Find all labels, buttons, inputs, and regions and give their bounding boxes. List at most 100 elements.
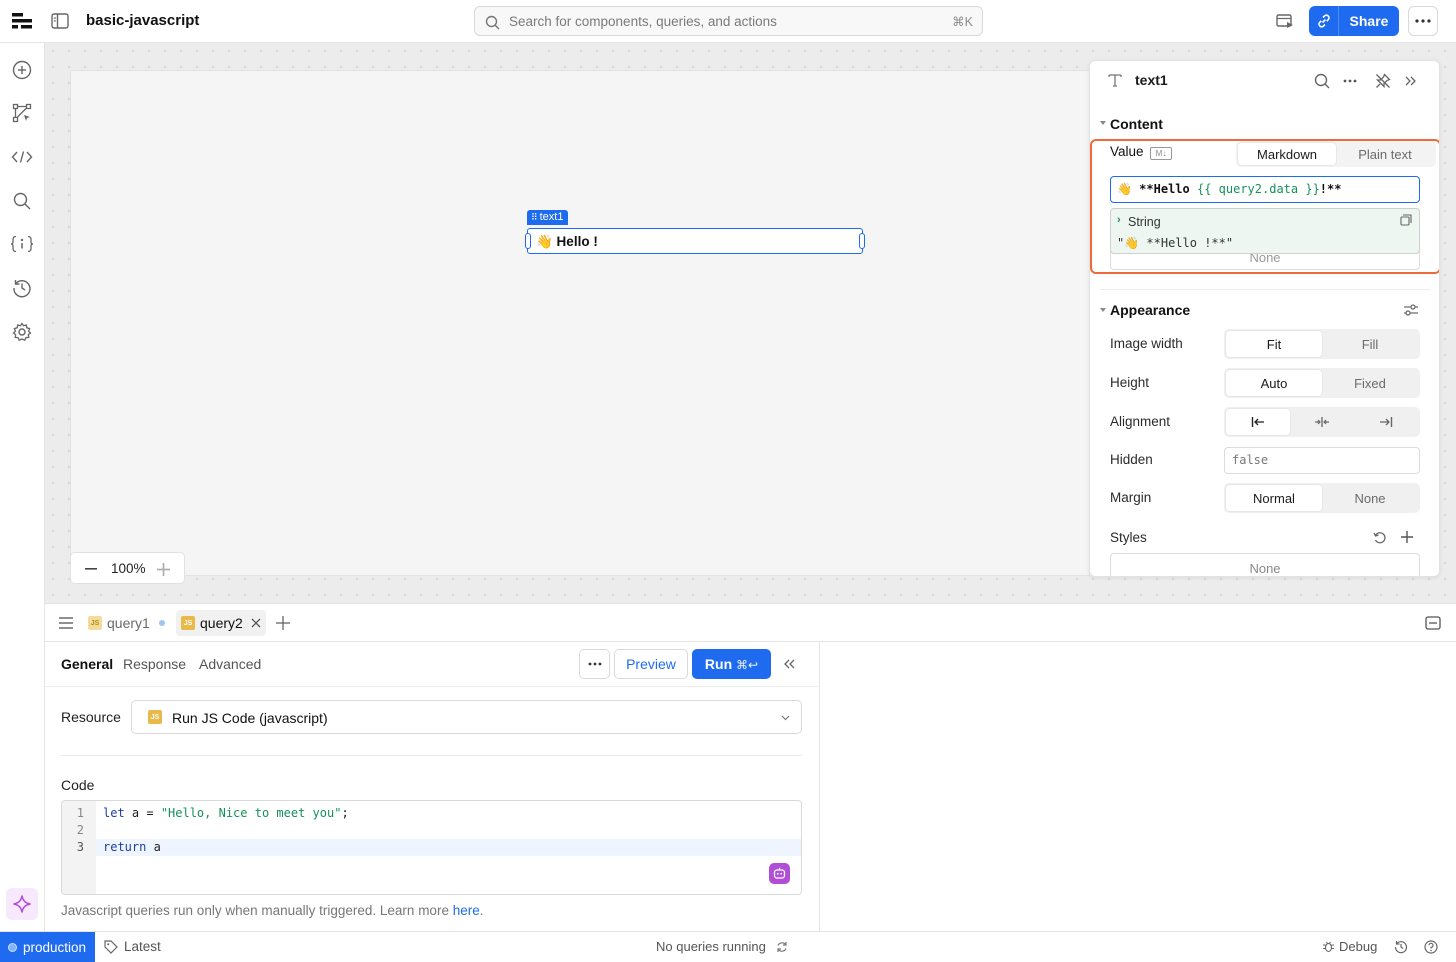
reset-styles-icon[interactable] [1371,529,1389,547]
component-tag[interactable]: ⠿ text1 [527,210,569,225]
eval-value: "👋 **Hello !**" [1117,236,1234,250]
appearance-collapse-caret-icon[interactable] [1100,308,1106,312]
chevron-down-icon [780,713,790,723]
align-center-option[interactable] [1290,409,1354,435]
content-section-title[interactable]: Content [1110,116,1163,132]
ai-copilot-icon[interactable] [769,863,790,884]
preview-app-icon[interactable] [1275,11,1295,31]
query-list-menu-icon[interactable] [57,614,75,632]
search-rail-icon[interactable] [11,190,33,212]
resize-handle-right[interactable] [859,233,865,249]
styles-label: Styles [1110,530,1147,545]
more-menu-button[interactable] [1408,6,1438,36]
markdown-badge-icon: M↓ [1150,147,1172,160]
top-bar: basic-javascript Search for components, … [0,0,1456,43]
height-auto[interactable]: Auto [1226,370,1322,396]
preview-button[interactable]: Preview [614,649,688,679]
query-tab-query1[interactable]: JS query1 [88,613,165,633]
resize-handle-left[interactable] [525,233,531,249]
height-label: Height [1110,375,1150,390]
expand-chevron-icon[interactable]: › [1117,214,1121,226]
code-icon[interactable] [11,146,33,168]
collapse-editor-icon[interactable] [781,656,797,672]
share-button-group: Share [1309,6,1399,36]
copy-link-button[interactable] [1309,6,1339,36]
refresh-icon [777,941,787,952]
resource-select[interactable]: JS Run JS Code (javascript) [131,700,802,734]
align-right-option[interactable] [1354,409,1418,435]
add-component-icon[interactable] [11,59,33,81]
value-label: Value [1110,144,1144,159]
markdown-mode-option[interactable]: Markdown [1238,143,1336,165]
search-shortcut: ⌘K [952,15,973,29]
collapse-panel-icon[interactable] [1401,71,1421,91]
inspector-component-name[interactable]: text1 [1135,72,1168,88]
minimize-panel-icon[interactable] [1423,614,1443,632]
subtab-response[interactable]: Response [123,656,186,672]
height-fixed[interactable]: Fixed [1322,370,1418,396]
app-title[interactable]: basic-javascript [86,12,199,29]
status-bar: production Latest No queries running Deb… [0,931,1456,962]
component-tag-label: text1 [539,211,564,223]
value-input[interactable]: 👋 **Hello {{ query2.data }}!** [1110,176,1420,203]
add-query-icon[interactable] [274,614,292,632]
styles-field[interactable]: None [1110,553,1420,576]
environment-badge[interactable]: production [0,932,95,962]
text1-component[interactable]: 👋 Hello ! [525,228,865,254]
history-icon[interactable] [11,277,33,299]
code-line-1: 1 let a = "Hello, Nice to meet you"; [62,805,349,822]
sliders-icon[interactable] [1401,300,1421,320]
subtab-advanced[interactable]: Advanced [199,656,261,672]
margin-normal[interactable]: Normal [1226,485,1322,511]
subtab-general[interactable]: General [61,656,113,672]
settings-gear-icon[interactable] [11,321,33,343]
component-tree-icon[interactable] [11,102,33,124]
query-tab-query2[interactable]: JS query2 [176,610,266,636]
styles-value: None [1249,561,1281,576]
inspector-search-icon[interactable] [1312,71,1332,91]
tag-icon [104,939,118,954]
align-left-option[interactable] [1226,409,1290,435]
run-label: Run [704,656,733,672]
image-width-toggle: Fit Fill [1224,329,1420,359]
value-mode-toggle: Markdown Plain text [1236,141,1436,167]
state-icon[interactable] [9,233,35,255]
margin-none[interactable]: None [1322,485,1418,511]
value-template-token: {{ query2.data }} [1196,182,1320,196]
ai-assist-icon[interactable] [6,888,38,920]
global-search[interactable]: Search for components, queries, and acti… [474,6,983,36]
appearance-section-title[interactable]: Appearance [1110,302,1190,318]
image-width-fit[interactable]: Fit [1226,331,1322,357]
retool-logo-icon[interactable] [10,10,34,32]
debug-button[interactable]: Debug [1322,939,1377,954]
help-icon[interactable] [1423,939,1439,955]
help-text: Javascript queries run only when manuall… [61,903,484,918]
hidden-input[interactable]: false [1224,447,1420,474]
content-collapse-caret-icon[interactable] [1100,121,1106,125]
eval-type-label: String [1128,215,1161,229]
plain-text-mode-option[interactable]: Plain text [1336,143,1434,165]
sidebar-toggle-icon[interactable] [50,11,70,31]
line-number: 2 [76,823,84,837]
learn-more-link[interactable]: here [453,903,480,918]
code-editor[interactable]: 1 let a = "Hello, Nice to meet you"; 2 3… [61,800,802,895]
text1-content: 👋 Hello ! [536,234,598,249]
add-style-icon[interactable] [1398,528,1416,546]
zoom-out-button[interactable] [83,561,99,577]
image-width-fill[interactable]: Fill [1322,331,1418,357]
search-icon [484,14,500,30]
share-button[interactable]: Share [1339,6,1399,36]
code-label: Code [61,777,95,793]
editor-header-divider [45,686,820,687]
history-status-icon[interactable] [1393,939,1409,955]
run-button[interactable]: Run ⌘↩ [692,649,771,679]
inspector-more-icon[interactable] [1340,71,1360,91]
drag-handle-icon[interactable]: ⠿ [531,210,538,225]
close-tab-icon[interactable] [251,618,261,628]
query-more-button[interactable] [579,649,610,679]
unpin-icon[interactable] [1373,71,1393,91]
zoom-in-button[interactable] [155,561,171,577]
app-frame[interactable] [70,70,1090,576]
version-selector[interactable]: Latest [104,939,161,954]
copy-icon[interactable] [1399,213,1413,227]
